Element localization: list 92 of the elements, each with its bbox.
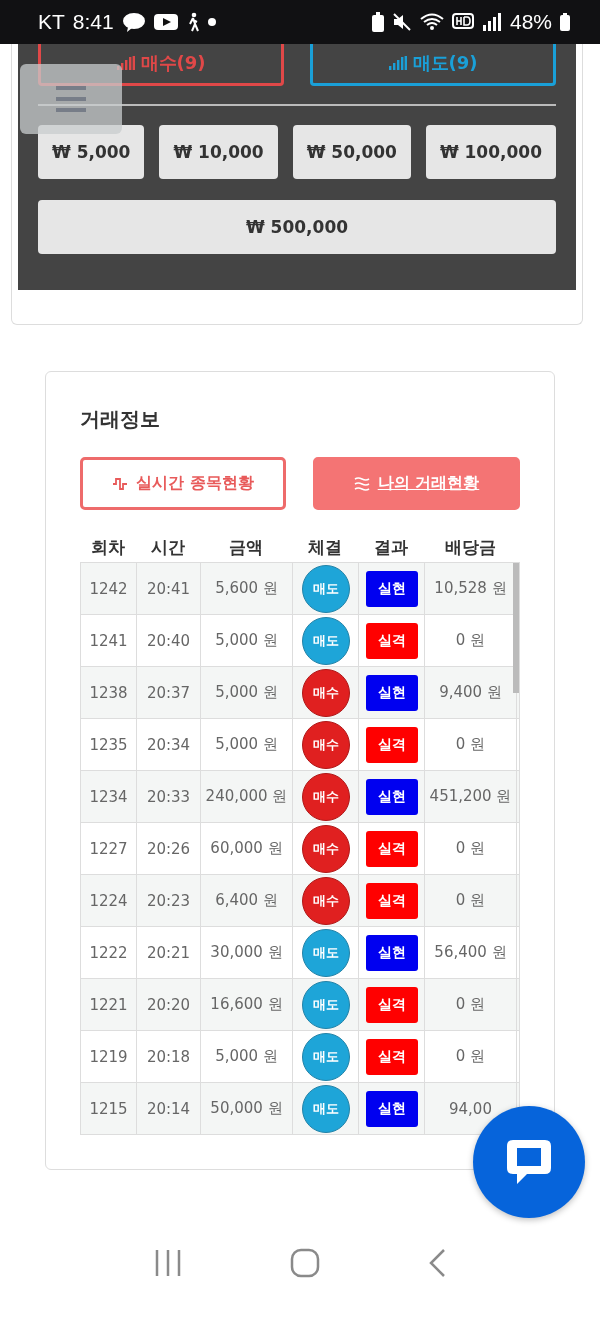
table-cell: 1235 [81,719,137,770]
result-badge: 실격 [365,622,418,659]
battery-saver-icon [371,12,384,32]
result-badge: 실격 [365,726,418,763]
carrier-label: KT [38,10,65,34]
clock: 8:41 [72,10,114,34]
table-cell: 20:33 [137,771,201,822]
table-cell: 20:37 [137,667,201,718]
hd-icon [451,13,474,31]
trade-badge: 매도 [301,980,350,1029]
result-badge: 실격 [365,986,418,1023]
wave-lines-icon [353,475,370,492]
trade-badge: 매수 [301,720,350,769]
trade-badge: 매도 [301,564,350,613]
table-cell: 1227 [81,823,137,874]
table-cell: 20:14 [137,1083,201,1134]
table-cell: 60,000 원 [201,823,293,874]
table-cell: 20:20 [137,979,201,1030]
menu-button[interactable] [20,64,122,134]
table-cell: 1224 [81,875,137,926]
result-badge: 실현 [365,778,418,815]
column-header: 배당금 [443,535,497,559]
section-title: 거래정보 [80,406,161,433]
table-cell: 50,000 원 [201,1083,293,1134]
battery-percent: 48% [509,10,552,34]
wifi-icon [419,12,444,32]
column-header: 금액 [228,535,264,559]
table-cell: 1238 [81,667,137,718]
table-cell: 1221 [81,979,137,1030]
trade-badge: 매도 [301,928,350,977]
table-cell: 1242 [81,563,137,614]
table-cell: 0 원 [425,1031,517,1082]
table-cell: 1241 [81,615,137,666]
table-cell: 240,000 원 [201,771,293,822]
table-cell: 1215 [81,1083,137,1134]
home-icon [290,1248,320,1278]
result-badge: 실격 [365,830,418,867]
result-badge: 실현 [365,570,418,607]
table-cell: 5,600 원 [201,563,293,614]
play-icon [153,13,178,31]
result-badge: 실격 [365,1038,418,1075]
table-cell: 20:23 [137,875,201,926]
table-cell: 5,000 원 [201,719,293,770]
table-cell: 0 원 [425,823,517,874]
table-cell: 20:26 [137,823,201,874]
menu-icon [56,86,86,112]
dot-icon [207,18,216,26]
trade-badge: 매수 [301,824,350,873]
table-cell: 0 원 [425,979,517,1030]
table-cell: 20:34 [137,719,201,770]
column-header: 회차 [90,535,126,559]
amount-button[interactable]: ₩ 50,000 [292,125,411,179]
table-cell: 5,000 원 [201,1031,293,1082]
result-badge: 실현 [365,934,418,971]
amount-button[interactable]: ₩ 500,000 [38,200,556,254]
signal-icon [481,13,502,31]
table-cell: 6,400 원 [201,875,293,926]
table-cell: 0 원 [425,875,517,926]
table-cell: 5,000 원 [201,667,293,718]
trade-badge: 매도 [301,1084,350,1133]
table-cell: 20:18 [137,1031,201,1082]
pulse-icon [112,475,129,492]
chat-bubble-icon [121,12,146,32]
amount-button[interactable]: ₩ 100,000 [425,125,556,179]
table-cell: 1219 [81,1031,137,1082]
table-cell: 16,600 원 [201,979,293,1030]
table-cell: 5,000 원 [201,615,293,666]
signal-bars-icon [388,55,407,70]
column-header: 체결 [307,535,343,559]
result-badge: 실현 [365,674,418,711]
mute-icon [391,12,412,32]
table-cell: 20:21 [137,927,201,978]
table-cell: 1234 [81,771,137,822]
table-cell: 20:40 [137,615,201,666]
table-cell: 1222 [81,927,137,978]
trade-badge: 매수 [301,668,350,717]
table-cell: 451,200 원 [425,771,517,822]
trade-badge: 매도 [301,616,350,665]
result-badge: 실격 [365,882,418,919]
table-cell: 20:41 [137,563,201,614]
trade-badge: 매도 [301,1032,350,1081]
amount-button[interactable]: ₩ 10,000 [159,125,278,179]
trade-badge: 매수 [301,772,350,821]
table-cell: 0 원 [425,719,517,770]
table-cell: 56,400 원 [425,927,517,978]
column-header: 결과 [373,535,409,559]
battery-icon [560,13,570,31]
trade-badge: 매수 [301,876,350,925]
result-badge: 실현 [365,1090,418,1127]
scrollbar[interactable] [513,563,519,693]
table-cell: 30,000 원 [201,927,293,978]
column-header: 시간 [150,535,186,559]
